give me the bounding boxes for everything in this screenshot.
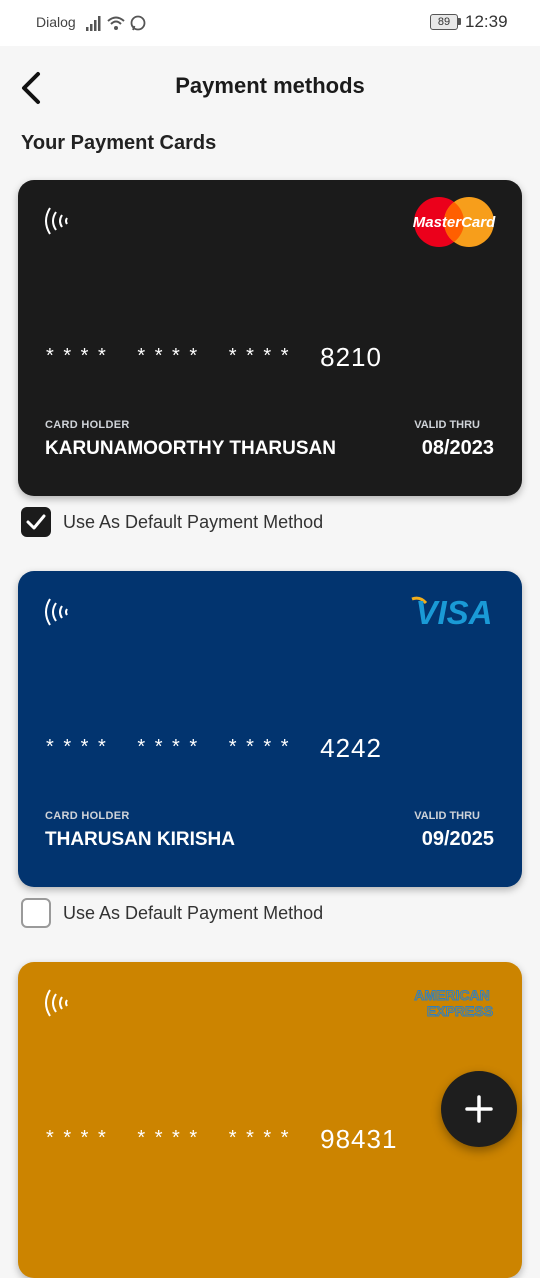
masked-group: * * * *: [137, 345, 200, 367]
card-last-digits: 98431: [320, 1124, 398, 1154]
masked-group: * * * *: [228, 345, 291, 367]
default-checkbox-unchecked[interactable]: [21, 898, 51, 928]
card-holder-name: KARUNAMOORTHY THARUSAN: [45, 438, 336, 459]
default-checkbox-checked[interactable]: [21, 507, 51, 537]
contactless-icon: [45, 989, 68, 1017]
card-holder-label: CARD HOLDER: [45, 419, 130, 431]
section-title: Your Payment Cards: [21, 132, 217, 154]
visa-logo-text: VISA: [415, 594, 492, 629]
card-holder-label: CARD HOLDER: [45, 810, 130, 822]
valid-thru-date: 08/2023: [421, 437, 494, 459]
battery-tip: [458, 18, 461, 25]
valid-thru-label: VALID THRU: [414, 810, 480, 822]
card-number: * * * * * * * * * * * * 4242: [46, 729, 382, 763]
amex-logo-line2: EXPRESS: [427, 1003, 493, 1019]
carrier-name: Dialog: [36, 14, 76, 30]
masked-group: * * * *: [137, 1127, 200, 1149]
valid-thru-label: VALID THRU: [414, 419, 480, 431]
masked-group: * * * *: [46, 345, 108, 367]
visa-logo: VISA: [411, 594, 493, 629]
default-label: Use As Default Payment Method: [63, 903, 324, 923]
page-title: Payment methods: [175, 73, 365, 98]
contactless-icon: [45, 598, 68, 626]
masked-group: * * * *: [137, 736, 200, 758]
add-card-button[interactable]: [441, 1071, 517, 1147]
contactless-icon: [45, 207, 68, 235]
checkmark-icon: [26, 514, 46, 530]
masked-group: * * * *: [228, 1127, 291, 1149]
plus-icon: [465, 1095, 493, 1123]
amex-logo-line1: AMERICAN: [414, 987, 489, 1003]
masked-group: * * * *: [228, 736, 291, 758]
battery-indicator: 89: [430, 14, 458, 30]
mastercard-logo: MasterCard: [413, 197, 496, 247]
default-label: Use As Default Payment Method: [63, 512, 324, 532]
status-bar: Dialog 89 12:39: [0, 0, 540, 46]
card-last-digits: 8210: [320, 342, 382, 372]
masked-group: * * * *: [46, 1127, 108, 1149]
amex-logo: AMERICAN EXPRESS: [414, 987, 494, 1020]
masked-group: * * * *: [46, 736, 108, 758]
card-holder-name: THARUSAN KIRISHA: [45, 829, 235, 850]
clock: 12:39: [465, 12, 508, 31]
card-last-digits: 4242: [320, 733, 382, 763]
payment-card-visa[interactable]: VISA * * * * * * * * * * * * 4242 CARD H…: [18, 571, 522, 887]
card-number: * * * * * * * * * * * * 98431: [46, 1120, 398, 1154]
mastercard-logo-text: MasterCard: [413, 214, 496, 231]
valid-thru-date: 09/2025: [421, 828, 494, 850]
card-number: * * * * * * * * * * * * 8210: [46, 338, 382, 372]
payment-card-mastercard[interactable]: MasterCard * * * * * * * * * * * * 8210 …: [18, 180, 522, 496]
signal-wifi-whatsapp-icons: [86, 15, 146, 31]
